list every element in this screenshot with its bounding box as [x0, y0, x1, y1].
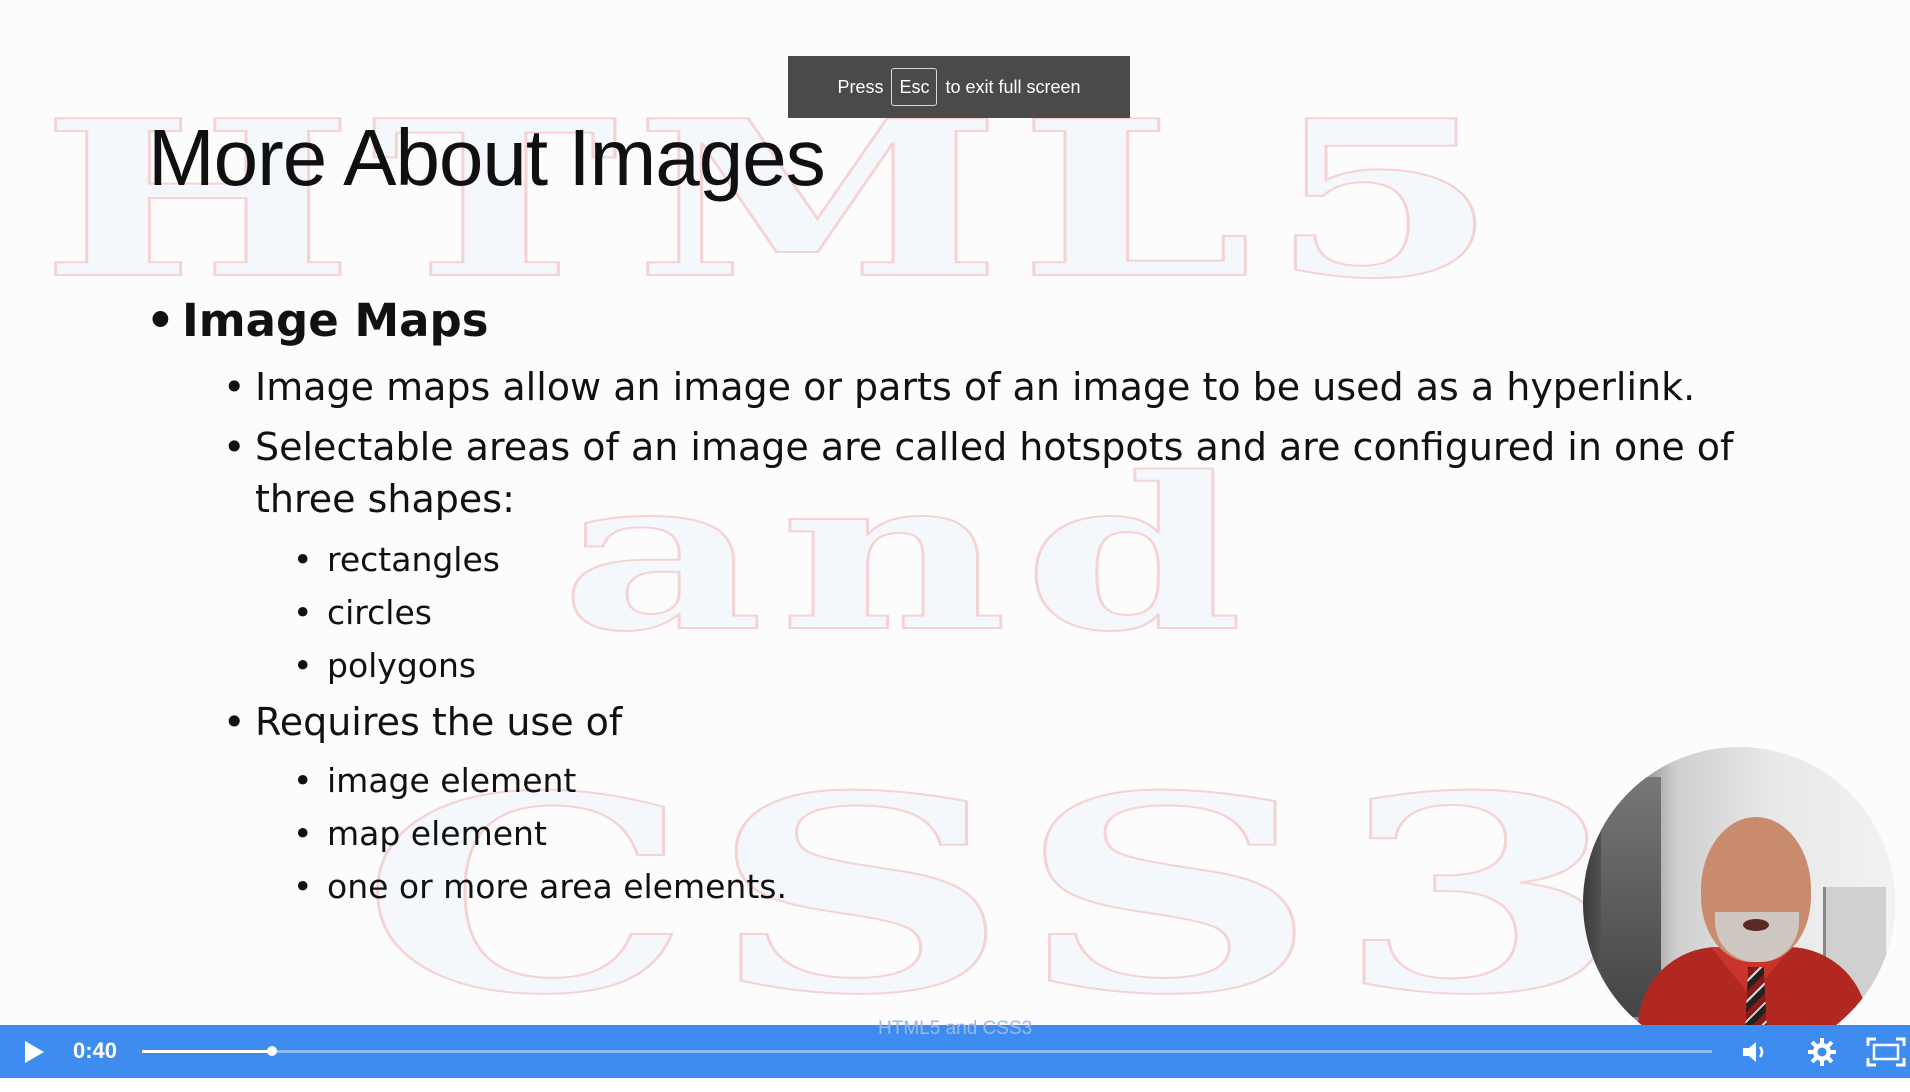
- bullet-item: map element: [293, 814, 547, 853]
- bullet-item: Requires the use of: [223, 700, 622, 744]
- fullscreen-toast: Press Esc to exit full screen: [788, 56, 1130, 118]
- bottom-strip: [0, 1078, 1910, 1092]
- esc-key: Esc: [891, 68, 938, 106]
- current-time: 0:40: [73, 1038, 118, 1063]
- gear-icon[interactable]: [1806, 1036, 1838, 1068]
- progress-played: [142, 1050, 272, 1053]
- bullet-item: image element: [293, 761, 576, 800]
- toast-suffix: to exit full screen: [945, 76, 1081, 97]
- presenter-video: [1583, 747, 1895, 1059]
- bullet-continuation: three shapes:: [255, 477, 515, 521]
- bullet-item: circles: [293, 593, 432, 632]
- toast-prefix: Press: [837, 76, 884, 97]
- bullet-item: polygons: [293, 646, 476, 685]
- progress-bar[interactable]: [142, 1046, 1712, 1056]
- watermark-line-2: and: [559, 431, 1259, 678]
- slide-title: More About Images: [148, 113, 826, 202]
- progress-thumb[interactable]: [266, 1046, 277, 1056]
- play-icon[interactable]: [18, 1037, 48, 1067]
- slide-footer: HTML5 and CSS3: [878, 1018, 1033, 1039]
- bullet-item: Image Maps: [146, 294, 488, 347]
- bullet-item: Image maps allow an image or parts of an…: [223, 365, 1695, 409]
- bullet-item: rectangles: [293, 540, 500, 579]
- bullet-item: one or more area elements.: [293, 867, 787, 906]
- volume-icon[interactable]: [1740, 1037, 1770, 1067]
- bullet-item: Selectable areas of an image are called …: [223, 425, 1733, 469]
- fullscreen-icon[interactable]: [1866, 1036, 1906, 1068]
